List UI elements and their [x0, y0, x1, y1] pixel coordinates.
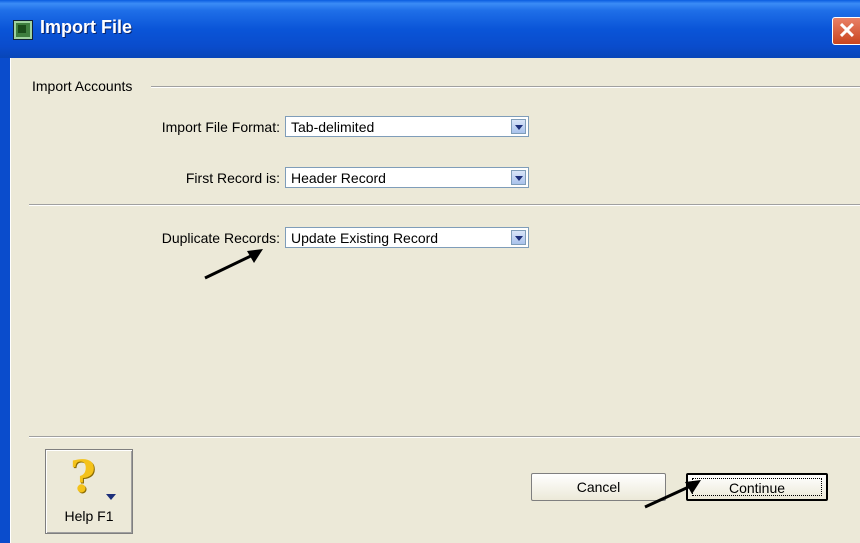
footer-divider	[29, 436, 860, 438]
focus-rect	[692, 478, 822, 496]
close-button[interactable]: ✕	[832, 17, 860, 45]
first-record-value: Header Record	[291, 170, 386, 186]
import-file-format-select[interactable]: Tab-delimited	[285, 116, 529, 137]
chevron-down-icon[interactable]	[511, 170, 526, 185]
duplicate-records-value: Update Existing Record	[291, 230, 439, 246]
arrow-icon	[644, 480, 701, 509]
import-file-format-value: Tab-delimited	[291, 119, 375, 135]
chevron-down-icon[interactable]	[511, 230, 526, 245]
chevron-down-icon[interactable]	[511, 119, 526, 134]
import-file-format-label: Import File Format:	[161, 119, 280, 135]
first-record-label: First Record is:	[185, 170, 280, 186]
import-file-dialog: Import File ✕ Import Accounts Import Fil…	[0, 0, 860, 543]
duplicate-records-select[interactable]: Update Existing Record	[285, 227, 529, 248]
question-mark-icon: ?	[70, 452, 96, 503]
help-label: Help F1	[64, 508, 114, 524]
first-record-select[interactable]: Header Record	[285, 167, 529, 188]
window-left-border	[0, 58, 10, 543]
arrow-icon	[204, 249, 263, 280]
title-bar: Import File ✕	[0, 0, 860, 58]
group-label-import-accounts: Import Accounts	[32, 78, 135, 94]
dialog-body: Import Accounts Import File Format: Tab-…	[10, 58, 860, 543]
chevron-down-icon	[106, 494, 116, 500]
window-title: Import File	[40, 17, 133, 37]
section-divider	[29, 204, 860, 206]
help-button[interactable]: ? Help F1	[45, 449, 133, 534]
app-icon	[13, 20, 33, 40]
group-divider	[151, 86, 860, 88]
